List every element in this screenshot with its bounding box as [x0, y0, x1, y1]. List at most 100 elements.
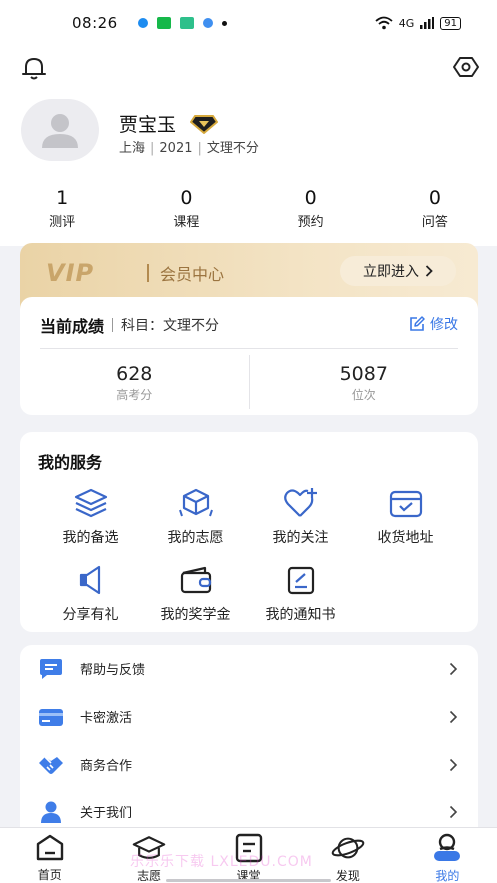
service-label: 我的志愿	[167, 530, 224, 546]
stat-label: 预约	[297, 215, 324, 230]
chevron-right-icon	[449, 662, 458, 675]
service-notice[interactable]: 我的通知书	[248, 563, 353, 624]
tab-classroom[interactable]: 课堂	[199, 828, 298, 883]
stat-appointments[interactable]: 0 预约	[249, 187, 373, 230]
signal-icon	[420, 17, 435, 29]
chevron-right-icon	[449, 805, 458, 818]
menu-label: 帮助与反馈	[80, 663, 146, 678]
service-following[interactable]: 我的关注	[248, 486, 353, 547]
tab-label: 我的	[435, 869, 460, 883]
settings-icon[interactable]	[453, 56, 479, 82]
user-subject: 文理不分	[206, 141, 259, 156]
stat-value: 0	[180, 187, 193, 209]
vip-divider	[147, 264, 149, 282]
document-icon	[232, 833, 266, 863]
chat-icon	[38, 656, 64, 682]
service-applications[interactable]: 我的志愿	[143, 486, 248, 547]
score-title: 当前成绩	[40, 317, 105, 336]
default-avatar-icon	[42, 114, 78, 148]
network-type: 4G	[398, 16, 415, 30]
stat-value: 0	[428, 187, 441, 209]
score-exam-value: 628	[116, 363, 153, 385]
stat-assessment[interactable]: 1 测评	[0, 187, 124, 230]
inbox-check-icon	[387, 486, 425, 520]
status-notification-icons	[137, 17, 227, 29]
chevron-right-icon	[449, 758, 458, 771]
card-icon	[38, 704, 64, 730]
service-label: 收货地址	[377, 530, 434, 546]
stat-label: 问答	[421, 215, 448, 230]
service-shortlist[interactable]: 我的备选	[38, 486, 143, 547]
service-label: 分享有礼	[62, 607, 119, 623]
services-title: 我的服务	[38, 453, 103, 472]
edit-score-button[interactable]: 修改	[409, 314, 458, 334]
stat-value: 0	[304, 187, 317, 209]
heart-plus-icon	[282, 486, 320, 520]
tab-applications[interactable]: 志愿	[99, 828, 198, 883]
vip-logo: VIP	[46, 259, 95, 287]
tab-label: 首页	[37, 868, 62, 882]
tab-home[interactable]: 首页	[0, 828, 99, 883]
stat-qa[interactable]: 0 问答	[373, 187, 497, 230]
service-label: 我的关注	[272, 530, 329, 546]
home-indicator	[166, 879, 331, 882]
settings-menu: 帮助与反馈 卡密激活 商务合作 关于我们	[20, 645, 478, 835]
score-rank: 5087 位次	[248, 355, 479, 409]
diamond-badge-icon	[190, 114, 219, 134]
score-rank-value: 5087	[339, 363, 388, 385]
planet-icon	[331, 833, 365, 863]
tab-label: 发现	[335, 869, 360, 883]
user-name: 贾宝玉	[119, 114, 177, 136]
tab-discover[interactable]: 发现	[298, 828, 397, 883]
service-address[interactable]: 收货地址	[353, 486, 458, 547]
service-scholarship[interactable]: 我的奖学金	[143, 563, 248, 624]
score-exam: 628 高考分	[20, 355, 249, 409]
bottom-tab-bar: 首页 志愿 课堂 发现 我的	[0, 827, 497, 883]
menu-label: 卡密激活	[80, 711, 133, 726]
user-name-row[interactable]: 贾宝玉	[119, 110, 219, 137]
notification-app-icon	[202, 18, 213, 28]
divider	[40, 348, 458, 349]
stat-courses[interactable]: 0 课程	[124, 187, 248, 230]
status-time: 08:26	[72, 14, 118, 32]
status-bar: 08:26 4G 91	[0, 0, 497, 46]
vip-enter-button[interactable]: 立即进入	[340, 256, 456, 286]
chevron-right-icon	[425, 265, 433, 277]
megaphone-icon	[72, 563, 110, 597]
service-label: 我的奖学金	[160, 607, 231, 623]
bell-icon[interactable]	[20, 54, 48, 86]
service-label: 我的通知书	[265, 607, 336, 623]
user-icon	[430, 833, 464, 863]
wifi-icon	[375, 16, 393, 30]
services-grid: 我的备选 我的志愿 我的关注 收货地址 分享有礼 我的奖学金 我的通知书	[38, 486, 458, 624]
score-subject: 科目：文理不分	[121, 318, 220, 334]
tab-mine[interactable]: 我的	[398, 828, 497, 883]
profile-header: 贾宝玉 上海 | 2021 | 文理不分 1 测评 0 课程 0 预约 0 问答	[0, 46, 497, 246]
score-rank-label: 位次	[351, 388, 376, 402]
user-stats: 1 测评 0 课程 0 预约 0 问答	[0, 187, 497, 230]
score-header: 当前成绩 科目：文理不分	[40, 313, 219, 337]
menu-label: 关于我们	[80, 806, 133, 821]
wallet-icon	[177, 563, 215, 597]
service-share[interactable]: 分享有礼	[38, 563, 143, 624]
stat-label: 课程	[173, 215, 200, 230]
score-card: 当前成绩 科目：文理不分 修改 628 高考分 5087 位次	[20, 297, 478, 415]
notification-app-icon	[156, 17, 171, 29]
menu-item-help[interactable]: 帮助与反馈	[20, 645, 478, 692]
menu-label: 商务合作	[80, 759, 133, 774]
menu-item-business[interactable]: 商务合作	[20, 741, 478, 788]
notification-app-icon	[179, 17, 194, 29]
divider	[112, 318, 114, 332]
service-label: 我的备选	[62, 530, 119, 546]
menu-item-card-activation[interactable]: 卡密激活	[20, 693, 478, 740]
graduation-cap-icon	[132, 833, 166, 863]
vip-title: 会员中心	[160, 265, 225, 284]
handshake-icon	[38, 752, 64, 778]
home-icon	[33, 833, 67, 862]
chevron-right-icon	[449, 710, 458, 723]
score-exam-label: 高考分	[116, 388, 153, 402]
battery-level: 91	[440, 16, 461, 30]
user-meta: 上海 | 2021 | 文理不分	[119, 141, 259, 156]
avatar[interactable]	[21, 99, 99, 161]
person-icon	[38, 799, 64, 825]
